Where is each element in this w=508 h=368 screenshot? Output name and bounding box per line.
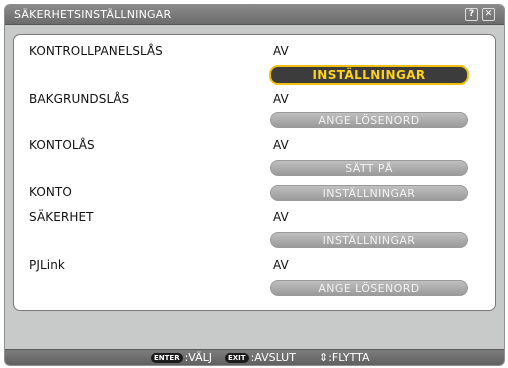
help-icon[interactable]: ? — [465, 8, 478, 21]
hint-move: ⇕:FLYTTA — [319, 351, 370, 365]
settings-panel: KONTROLLPANELSLÅS AV INSTÄLLNINGAR BAKGR… — [13, 34, 496, 311]
hint-select-text: :VÄLJ — [184, 351, 213, 364]
label-pjlink: PJLink — [29, 258, 65, 272]
value-pjlink: AV — [273, 258, 289, 272]
label-account-lock: KONTOLÅS — [29, 138, 95, 152]
pjlink-password-button[interactable]: ANGE LÖSENORD — [270, 280, 468, 296]
background-lock-password-button[interactable]: ANGE LÖSENORD — [270, 112, 468, 128]
security-settings-window: SÄKERHETSINSTÄLLNINGAR ? ✕ KONTROLLPANEL… — [4, 4, 505, 366]
updown-arrow-icon: ⇕ — [319, 351, 329, 364]
label-control-panel-lock: KONTROLLPANELSLÅS — [29, 44, 163, 58]
title-bar: SÄKERHETSINSTÄLLNINGAR ? ✕ — [5, 5, 504, 25]
footer-hint-bar: ENTER:VÄLJ EXIT:AVSLUT ⇕:FLYTTA — [5, 349, 504, 365]
value-account-lock: AV — [273, 138, 289, 152]
account-settings-button[interactable]: INSTÄLLNINGAR — [270, 185, 468, 201]
label-background-lock: BAKGRUNDSLÅS — [29, 92, 130, 106]
control-panel-settings-button[interactable]: INSTÄLLNINGAR — [269, 65, 469, 85]
value-control-panel-lock: AV — [273, 44, 289, 58]
label-security: SÄKERHET — [29, 210, 94, 224]
window-title: SÄKERHETSINSTÄLLNINGAR — [14, 8, 172, 21]
enter-key-icon: ENTER — [151, 353, 183, 363]
hint-exit: EXIT:AVSLUT — [225, 351, 296, 365]
label-account: KONTO — [29, 185, 72, 199]
security-settings-button[interactable]: INSTÄLLNINGAR — [270, 232, 468, 248]
exit-key-icon: EXIT — [225, 353, 249, 363]
value-background-lock: AV — [273, 92, 289, 106]
close-icon[interactable]: ✕ — [482, 8, 495, 21]
hint-move-text: :FLYTTA — [328, 351, 370, 364]
value-security: AV — [273, 210, 289, 224]
account-lock-enable-button[interactable]: SÄTT PÅ — [270, 160, 468, 176]
hint-select: ENTER:VÄLJ — [151, 351, 212, 365]
hint-exit-text: :AVSLUT — [250, 351, 296, 364]
